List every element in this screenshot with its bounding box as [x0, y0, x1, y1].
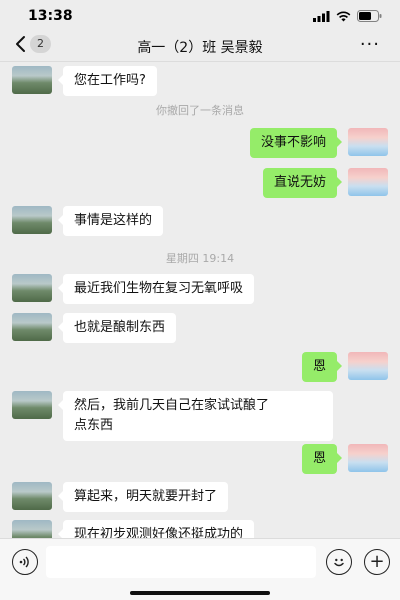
message-row: 您在工作吗? — [12, 66, 157, 96]
message-row: 最近我们生物在复习无氧呼吸 — [12, 274, 255, 304]
message-bubble[interactable]: 事情是这样的 — [57, 206, 164, 236]
contact-avatar[interactable] — [12, 274, 52, 302]
message-row: 现在初步观测好像还挺成功的 — [12, 520, 255, 538]
status-bar: 13:38 — [0, 0, 400, 30]
contact-avatar[interactable] — [12, 313, 52, 341]
message-row: 恩 — [301, 444, 388, 474]
message-row: 算起来，明天就要开封了 — [12, 482, 229, 512]
message-row: 也就是酿制东西 — [12, 313, 177, 343]
contact-avatar[interactable] — [12, 520, 52, 538]
message-bubble[interactable]: 现在初步观测好像还挺成功的 — [57, 520, 255, 538]
contact-avatar[interactable] — [12, 391, 52, 419]
message-bubble[interactable]: 恩 — [301, 444, 343, 474]
self-avatar[interactable] — [348, 128, 388, 156]
chat-header: 2 高一（2）班 吴景毅 ··· — [0, 30, 400, 62]
message-bubble[interactable]: 直说无妨 — [262, 168, 343, 198]
message-bubble[interactable]: 恩 — [301, 352, 343, 382]
self-avatar[interactable] — [348, 168, 388, 196]
battery-icon — [357, 10, 382, 22]
message-bubble[interactable]: 也就是酿制东西 — [57, 313, 177, 343]
chat-title: 高一（2）班 吴景毅 — [137, 40, 263, 56]
message-row: 然后，我前几天自己在家试试酿了 点东西 — [12, 391, 333, 441]
message-row: 事情是这样的 — [12, 206, 164, 236]
message-bubble[interactable]: 算起来，明天就要开封了 — [57, 482, 229, 512]
message-row: 直说无妨 — [262, 168, 388, 198]
status-time: 13:38 — [28, 8, 73, 24]
message-row: 没事不影响 — [249, 128, 388, 158]
signal-icon — [313, 10, 330, 22]
message-bubble[interactable]: 您在工作吗? — [58, 66, 157, 96]
self-avatar[interactable] — [348, 444, 388, 472]
contact-avatar[interactable] — [12, 66, 52, 94]
voice-icon — [19, 556, 29, 568]
status-icons — [313, 10, 382, 22]
self-avatar[interactable] — [348, 352, 388, 380]
chat-message-list[interactable]: 您在工作吗? 你撤回了一条消息 没事不影响 直说无妨 事情是这样的 星期四 19… — [0, 62, 400, 538]
emoji-button[interactable] — [326, 549, 352, 575]
voice-button[interactable] — [12, 549, 38, 575]
more-button[interactable]: ··· — [360, 34, 380, 55]
input-bar: + — [0, 538, 400, 600]
system-notice: 你撤回了一条消息 — [156, 104, 244, 117]
message-bubble[interactable]: 然后，我前几天自己在家试试酿了 点东西 — [58, 391, 333, 441]
message-bubble[interactable]: 没事不影响 — [249, 128, 343, 158]
home-indicator — [130, 591, 270, 595]
contact-avatar[interactable] — [12, 206, 52, 234]
message-bubble[interactable]: 最近我们生物在复习无氧呼吸 — [57, 274, 255, 304]
timestamp-divider: 星期四 19:14 — [165, 252, 235, 265]
contact-avatar[interactable] — [12, 482, 52, 510]
more-actions-button[interactable]: + — [364, 549, 390, 575]
wifi-icon — [336, 11, 351, 21]
message-row: 恩 — [301, 352, 388, 382]
emoji-icon — [334, 558, 344, 567]
message-input[interactable] — [46, 546, 316, 578]
plus-icon: + — [369, 551, 385, 572]
